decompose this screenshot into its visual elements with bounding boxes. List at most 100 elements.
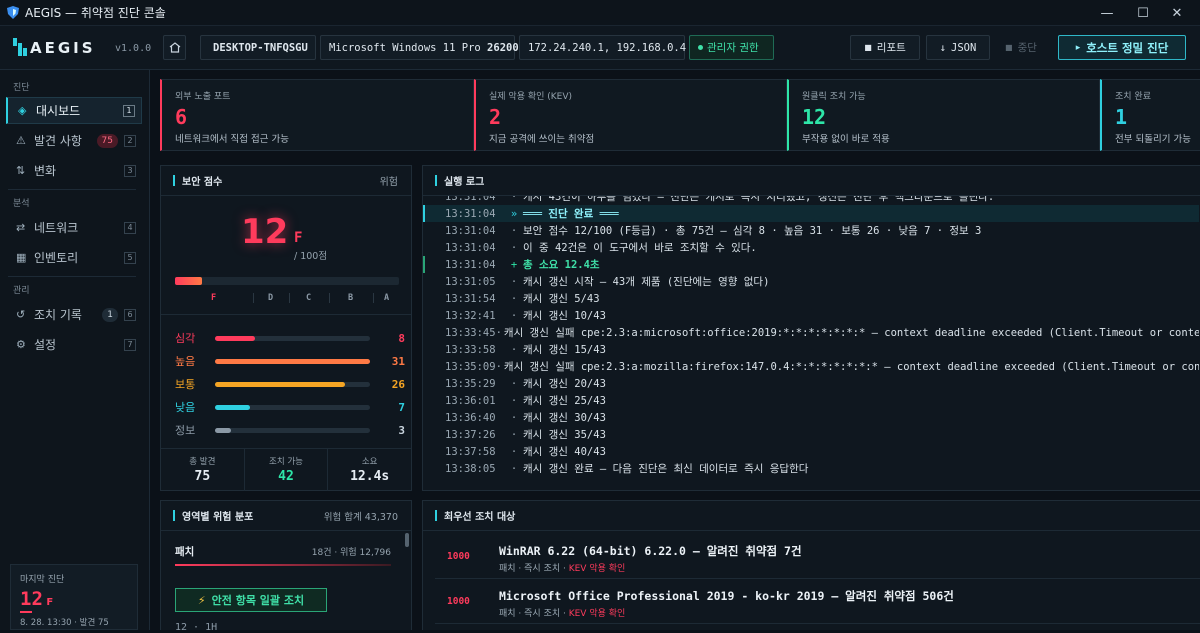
log-line: 13:35:09 · 캐시 갱신 실패 cpe:2.3:a:mozilla:fire… [423,358,1199,375]
priority-item-title: Microsoft Office Professional 2019 - ko-… [499,589,954,603]
footer-value: 42 [278,469,294,484]
stop-button[interactable]: ■ 중단 [996,35,1048,60]
admin-dot-icon [698,45,703,50]
footer-fixable: 조치 가능 42 [245,449,329,491]
log-timestamp: 13:33:58 [445,343,496,356]
inventory-icon: ▦ [16,251,27,264]
log-body[interactable]: 13:31:04 · 캐시 43건이 하루를 넘겼다 — 진단은 캐시로 즉시 처리… [423,196,1199,490]
priority-title: 최우선 조치 대상 [444,512,516,523]
json-button[interactable]: ↓ JSON [926,35,990,60]
maximize-icon: ☐ [1137,5,1149,21]
sidebar-item-settings[interactable]: ⚙ 설정 7 [6,331,142,358]
lightning-icon: ⚡ [197,593,206,607]
sidebar-item-network[interactable]: ⇄ 네트워크 4 [6,214,142,241]
priority-item[interactable]: 1000 Microsoft Office Professional 2019 … [435,579,1200,624]
sidebar-item-dashboard[interactable]: ◈ 대시보드 1 [6,97,142,124]
changes-icon: ⇅ [16,164,26,177]
host-name: DESKTOP-TNFQSGU [213,41,308,54]
area-row-meta: 18건 · 위험 12,796 [311,548,391,558]
admin-badge: 관리자 권한 [689,35,774,60]
log-message: 이 중 42건은 이 도구에서 바로 조치할 수 있다. [523,242,757,254]
sidebar-item-inventory[interactable]: ▦ 인벤토리 5 [6,244,142,271]
stat-card-remediated[interactable]: 조치 완료 1 전부 되돌리기 가능 [1100,79,1200,151]
fix-all-safe-button[interactable]: ⚡ 안전 항목 일괄 조치 [175,588,327,612]
log-title: 실행 로그 [444,177,485,188]
stat-card-exposed-ports[interactable]: 외부 노출 포트 6 네트워크에서 직접 접근 가능 [160,79,474,151]
sidebar-item-remediation-log[interactable]: ↺ 조치 기록 1 6 [6,301,142,328]
play-icon: ▸ [1075,42,1081,53]
log-marker-icon: + [510,258,518,271]
log-timestamp: 13:35:09 [445,360,496,373]
severity-name: 높음 [175,355,196,368]
area-risk-card: 영역별 위험 분포 위험 합계 43,370 패치 18건 · 위험 12,796… [160,500,412,633]
log-line: 13:31:04 + 총 소요 12.4초 [423,256,1199,273]
log-message: 캐시 갱신 시작 — 43개 제품 (진단에는 영향 없다) [523,276,770,288]
log-line: 13:36:01 · 캐시 갱신 25/43 [423,392,1199,409]
report-button[interactable]: ■ 리포트 [850,35,920,60]
severity-row: 보통 26 [175,374,405,394]
log-marker-icon: · [510,275,518,288]
log-marker-icon: · [510,343,518,356]
app-version: v1.0.0 [115,43,152,54]
log-marker-icon: » [510,207,518,220]
grade-a: A [373,293,389,303]
log-message: 캐시 갱신 40/43 [523,446,606,458]
fix-all-label: 안전 항목 일괄 조치 [211,594,305,607]
home-button[interactable] [163,35,186,60]
stat-label: 원클릭 조치 가능 [802,92,866,102]
area-row-bar [175,564,391,566]
log-line: 13:33:58 · 캐시 갱신 15/43 [423,341,1199,358]
stat-value: 1 [1115,105,1128,129]
log-timestamp: 13:31:04 [445,241,496,254]
priority-item[interactable]: 1000 WinRAR 6.22 (64-bit) 6.22.0 — 알려진 취… [435,534,1200,579]
log-timestamp: 13:31:04 [445,207,496,220]
priority-tag-text: 패치 · 즉시 조치 · [499,609,569,619]
log-marker-icon: · [510,224,518,237]
severity-track [215,358,370,364]
shortcut-key: 4 [124,221,136,234]
close-window-button[interactable]: ✕ [1154,0,1200,26]
security-score-card: 보안 점수 위험 12 F / 100점 F D C B A 심각 8 높음 31 보통 2… [160,165,412,491]
area-row-name: 패치 [175,546,195,558]
shortcut-key: 6 [124,308,136,321]
log-marker-icon: · [510,462,518,475]
last-scan-card[interactable]: 마지막 진단 12 F 8. 28. 13:30 · 발견 75 [10,564,138,630]
os-name: Microsoft Windows 11 Pro [329,41,481,54]
kev-tag: KEV 악용 확인 [568,609,626,619]
report-label: 리포트 [876,42,906,54]
severity-track [215,404,370,410]
severity-name: 정보 [175,424,196,437]
stat-value: 6 [175,105,188,129]
log-message: 캐시 갱신 35/43 [523,429,606,441]
brand-name: AEGIS [30,39,96,57]
area-scrollbar[interactable] [405,533,409,547]
log-timestamp: 13:37:26 [445,428,496,441]
sidebar-item-changes[interactable]: ⇅ 변화 3 [6,157,142,184]
shortcut-key: 2 [124,134,136,147]
stat-card-kev[interactable]: 실제 악용 확인 (KEV) 2 지금 공격에 쓰이는 취약점 [474,79,787,151]
severity-fill [215,404,250,410]
stat-card-one-click[interactable]: 원클릭 조치 가능 12 부작용 없이 바로 적용 [787,79,1100,151]
divider [8,189,136,190]
scan-host-button[interactable]: ▸ 호스트 정밀 진단 [1058,35,1186,60]
sidebar-item-findings[interactable]: ⚠ 발견 사항 75 2 [6,127,142,154]
stop-icon: ■ [1005,43,1013,52]
warning-icon: ⚠ [16,134,26,147]
section-management: 관리 [13,286,30,296]
priority-score: 1000 [447,596,470,607]
log-marker-icon: · [495,360,502,373]
score-title: 보안 점수 [182,177,223,188]
ip-chip: 172.24.240.1, 192.168.0.4 [519,35,686,60]
log-message: 캐시 갱신 20/43 [523,378,606,390]
severity-row: 높음 31 [175,351,405,371]
log-message: 캐시 갱신 5/43 [523,293,600,305]
sidebar-item-label: 대시보드 [36,104,81,118]
log-line: 13:38:05 · 캐시 갱신 완료 — 다음 진단은 최신 데이터로 즉시 응답… [423,460,1199,477]
log-timestamp: 13:33:45 [445,326,496,339]
dashboard-icon: ◈ [18,104,27,117]
admin-label: 관리자 권한 [707,42,759,54]
area-row-patch[interactable]: 패치 18건 · 위험 12,796 [175,544,391,566]
log-message: 캐시 갱신 완료 — 다음 진단은 최신 데이터로 즉시 응답한다 [523,463,809,475]
severity-row: 정보 3 [175,420,405,440]
stat-label: 실제 악용 확인 (KEV) [489,92,573,102]
